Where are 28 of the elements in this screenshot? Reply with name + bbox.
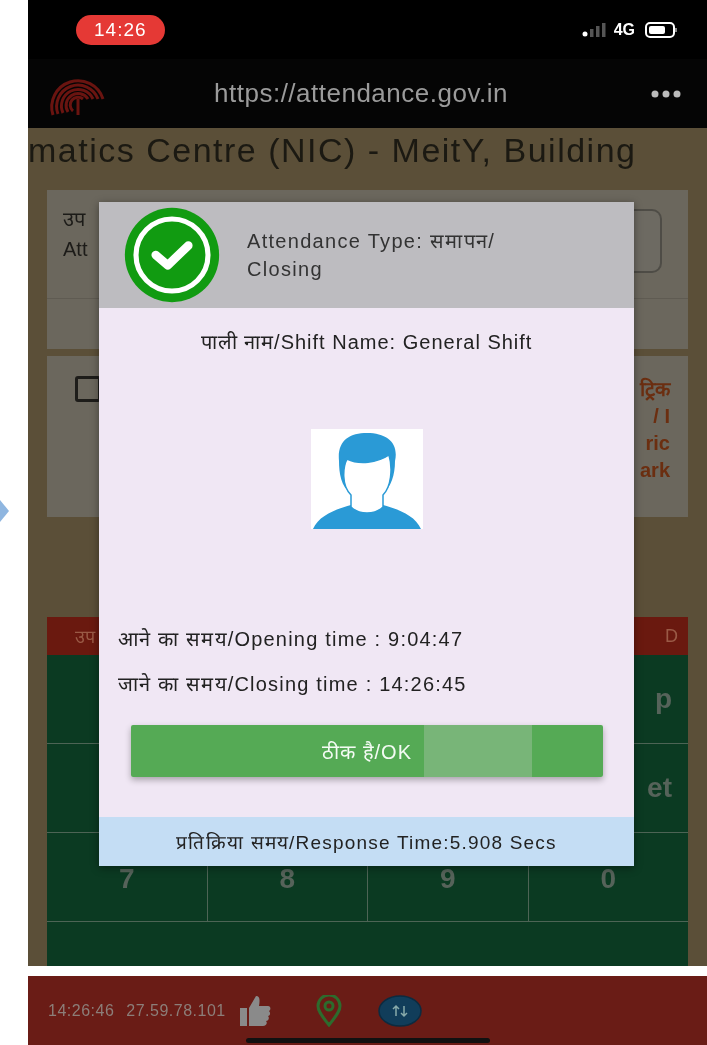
chevron-icon	[0, 500, 9, 522]
shift-name: पाली नाम/Shift Name: General Shift	[199, 330, 534, 355]
page-title: matics Centre (NIC) - MeitY, Building	[28, 130, 638, 172]
dialog-title: Attendance Type: समापन/ Closing	[247, 229, 497, 282]
key-label: p	[654, 682, 673, 717]
opening-time: आने का समय/Opening time : 9:04:47	[118, 627, 465, 652]
label-text: ric	[645, 431, 670, 457]
clock-time: 14:26	[76, 14, 165, 45]
battery-icon	[645, 21, 677, 38]
header-text: उप	[75, 626, 95, 649]
more-icon[interactable]	[651, 89, 681, 98]
key-label: et	[647, 771, 673, 806]
closing-time: जाने का समय/Closing time : 14:26:45	[118, 672, 468, 697]
label-text: ark	[639, 458, 670, 484]
ok-button[interactable]: ठीक है/OK	[131, 725, 603, 777]
ip-address: 27.59.78.101	[126, 1001, 226, 1020]
label-text: Att	[63, 237, 88, 263]
thumbs-up-icon[interactable]	[237, 993, 272, 1028]
label-text: / I	[653, 404, 670, 430]
sync-icon[interactable]	[377, 994, 422, 1027]
time-text: 14:26:46	[48, 1001, 115, 1020]
label-text: ट्रिक	[640, 376, 670, 403]
response-time: प्रतिक्रिया समय/Response Time:5.908 Secs	[99, 817, 634, 866]
network-label: 4G	[613, 20, 635, 39]
url-text: https://attendance.gov.in	[213, 78, 509, 110]
signal-icon	[581, 22, 606, 37]
label-text: उप	[63, 207, 87, 233]
header-text: D	[665, 625, 678, 647]
